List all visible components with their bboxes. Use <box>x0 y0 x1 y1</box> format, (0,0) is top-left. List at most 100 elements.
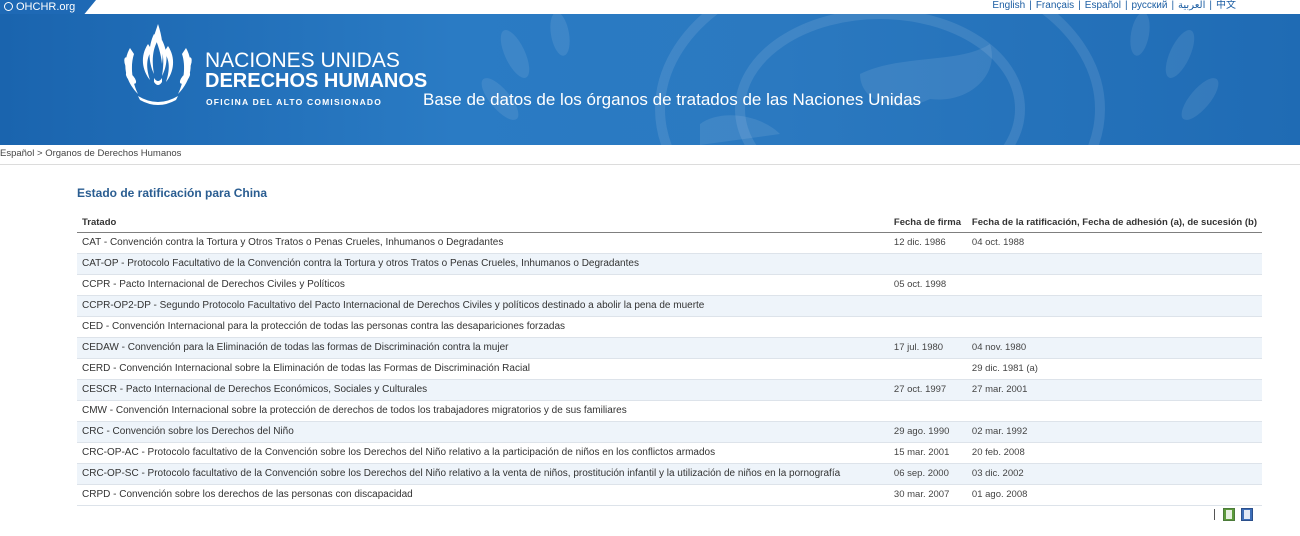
breadcrumb-separator: > <box>36 148 43 159</box>
header-banner: NACIONES UNIDAS DERECHOS HUMANOS OFICINA… <box>0 14 1300 145</box>
treaty-link[interactable]: CAT-OP - Protocolo Facultativo de la Con… <box>82 258 639 269</box>
org-name-line2: DERECHOS HUMANOS <box>205 70 428 92</box>
table-header-row: Tratado Fecha de firma Fecha de la ratif… <box>77 212 1262 233</box>
signature-date-cell <box>888 400 967 422</box>
breadcrumb-divider <box>0 164 1300 165</box>
table-row: CRC-OP-AC - Protocolo facultativo de la … <box>77 442 1262 464</box>
signature-date-cell: 27 oct. 1997 <box>888 379 967 401</box>
treaty-cell: CMW - Convención Internacional sobre la … <box>77 400 889 422</box>
table-row: CED - Convención Internacional para la p… <box>77 316 1262 338</box>
treaty-cell: CAT - Convención contra la Tortura y Otr… <box>77 232 889 254</box>
signature-date-cell: 12 dic. 1986 <box>888 232 967 254</box>
ratification-date-cell: 03 dic. 2002 <box>966 463 1262 485</box>
ratification-date-cell: 04 oct. 1988 <box>966 232 1262 254</box>
lang-english[interactable]: English <box>992 0 1025 11</box>
breadcrumb-home[interactable]: Español <box>0 148 34 159</box>
ratification-date-cell <box>966 316 1262 338</box>
ratification-date-cell <box>966 400 1262 422</box>
ratification-table: Tratado Fecha de firma Fecha de la ratif… <box>77 212 1262 506</box>
treaty-link[interactable]: CESCR - Pacto Internacional de Derechos … <box>82 384 427 395</box>
word-export-icon[interactable] <box>1241 508 1253 521</box>
table-row: CAT - Convención contra la Tortura y Otr… <box>77 232 1262 254</box>
un-human-rights-logo <box>124 24 192 105</box>
ohchr-site-label: OHCHR.org <box>16 1 76 13</box>
treaty-cell: CEDAW - Convención para la Eliminación d… <box>77 337 889 359</box>
treaty-cell: CCPR-OP2-DP - Segundo Protocolo Facultat… <box>77 295 889 317</box>
column-header-treaty: Tratado <box>77 212 889 233</box>
table-row: CMW - Convención Internacional sobre la … <box>77 400 1262 422</box>
ratification-date-cell: 29 dic. 1981 (a) <box>966 358 1262 380</box>
treaty-cell: CRC-OP-AC - Protocolo facultativo de la … <box>77 442 889 464</box>
page-title: Estado de ratificación para China <box>77 186 268 200</box>
treaty-cell: CESCR - Pacto Internacional de Derechos … <box>77 379 889 401</box>
table-row: CRC - Convención sobre los Derechos del … <box>77 421 1262 443</box>
table-row: CESCR - Pacto Internacional de Derechos … <box>77 379 1262 401</box>
ratification-date-cell <box>966 253 1262 275</box>
treaty-cell: CERD - Convención Internacional sobre la… <box>77 358 889 380</box>
lang-arabic[interactable]: العربية <box>1178 0 1205 11</box>
signature-date-cell: 05 oct. 1998 <box>888 274 967 296</box>
treaty-link[interactable]: CEDAW - Convención para la Eliminación d… <box>82 342 508 353</box>
treaty-cell: CRPD - Convención sobre los derechos de … <box>77 484 889 506</box>
breadcrumb-current: Organos de Derechos Humanos <box>45 148 182 159</box>
ratification-date-cell: 20 feb. 2008 <box>966 442 1262 464</box>
lang-separator: | <box>1209 0 1212 11</box>
lang-separator: | <box>1171 0 1175 11</box>
table-row: CCPR - Pacto Internacional de Derechos C… <box>77 274 1262 296</box>
treaty-cell: CAT-OP - Protocolo Facultativo de la Con… <box>77 253 889 275</box>
signature-date-cell: 29 ago. 1990 <box>888 421 967 443</box>
treaty-link[interactable]: CED - Convención Internacional para la p… <box>82 321 565 332</box>
org-name-line3: OFICINA DEL ALTO COMISIONADO <box>206 97 383 107</box>
treaty-link[interactable]: CCPR-OP2-DP - Segundo Protocolo Facultat… <box>82 300 704 311</box>
lang-francais[interactable]: Français <box>1036 0 1074 11</box>
signature-date-cell: 15 mar. 2001 <box>888 442 967 464</box>
lang-espanol[interactable]: Español <box>1085 0 1121 11</box>
ratification-date-cell: 02 mar. 1992 <box>966 421 1262 443</box>
signature-date-cell: 06 sep. 2000 <box>888 463 967 485</box>
treaty-link[interactable]: CRC-OP-SC - Protocolo facultativo de la … <box>82 468 840 479</box>
ratification-date-cell <box>966 295 1262 317</box>
signature-date-cell: 17 jul. 1980 <box>888 337 967 359</box>
treaty-link[interactable]: CRC-OP-AC - Protocolo facultativo de la … <box>82 447 715 458</box>
column-header-signature-date: Fecha de firma <box>888 212 967 233</box>
signature-date-cell <box>888 316 967 338</box>
treaty-link[interactable]: CCPR - Pacto Internacional de Derechos C… <box>82 279 345 290</box>
table-row: CERD - Convención Internacional sobre la… <box>77 358 1262 380</box>
ratification-date-cell: 27 mar. 2001 <box>966 379 1262 401</box>
database-title: Base de datos de los órganos de tratados… <box>423 90 922 109</box>
ratification-date-cell <box>966 274 1262 296</box>
table-row: CRC-OP-SC - Protocolo facultativo de la … <box>77 463 1262 485</box>
treaty-cell: CED - Convención Internacional para la p… <box>77 316 889 338</box>
treaty-link[interactable]: CRPD - Convención sobre los derechos de … <box>82 489 413 500</box>
treaty-link[interactable]: CAT - Convención contra la Tortura y Otr… <box>82 237 503 248</box>
signature-date-cell <box>888 253 967 275</box>
ratification-date-cell: 04 nov. 1980 <box>966 337 1262 359</box>
table-row: CRPD - Convención sobre los derechos de … <box>77 484 1262 506</box>
language-selector: English | Français | Español | русский | العربية… <box>992 0 1236 14</box>
globe-icon <box>4 2 13 11</box>
lang-separator: | <box>1124 0 1128 11</box>
treaty-cell: CRC - Convención sobre los Derechos del … <box>77 421 889 443</box>
table-row: CCPR-OP2-DP - Segundo Protocolo Facultat… <box>77 295 1262 317</box>
column-header-ratification-date: Fecha de la ratificación, Fecha de adhes… <box>966 212 1262 233</box>
top-bar: OHCHR.org English | Français | Español | русск… <box>0 0 1300 14</box>
export-separator <box>1214 509 1215 520</box>
lang-chinese[interactable]: 中文 <box>1216 0 1236 11</box>
org-name-line1: NACIONES UNIDAS <box>205 49 400 72</box>
signature-date-cell <box>888 295 967 317</box>
lang-separator: | <box>1029 0 1032 11</box>
treaty-cell: CCPR - Pacto Internacional de Derechos C… <box>77 274 889 296</box>
treaty-link[interactable]: CMW - Convención Internacional sobre la … <box>82 405 627 416</box>
signature-date-cell: 30 mar. 2007 <box>888 484 967 506</box>
lang-separator: | <box>1078 0 1081 11</box>
ohchr-home-link[interactable]: OHCHR.org <box>0 0 96 14</box>
table-row: CAT-OP - Protocolo Facultativo de la Con… <box>77 253 1262 275</box>
lang-russian[interactable]: русский <box>1132 0 1168 11</box>
treaty-link[interactable]: CRC - Convención sobre los Derechos del … <box>82 426 294 437</box>
breadcrumb: Español > Organos de Derechos Humanos <box>0 148 181 160</box>
ratification-date-cell: 01 ago. 2008 <box>966 484 1262 506</box>
excel-export-icon[interactable] <box>1223 508 1235 521</box>
treaty-link[interactable]: CERD - Convención Internacional sobre la… <box>82 363 530 374</box>
table-row: CEDAW - Convención para la Eliminación d… <box>77 337 1262 359</box>
treaty-cell: CRC-OP-SC - Protocolo facultativo de la … <box>77 463 889 485</box>
